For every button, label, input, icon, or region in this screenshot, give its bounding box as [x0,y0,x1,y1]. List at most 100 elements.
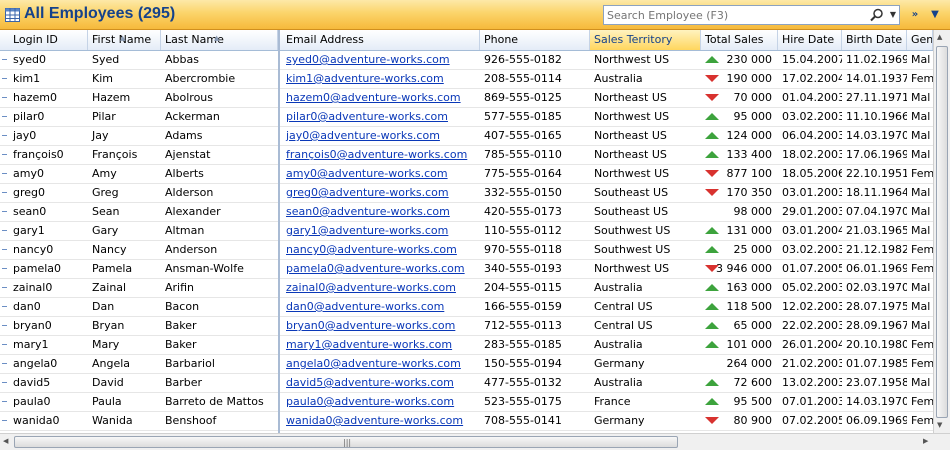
cell-email[interactable]: nancy0@adventure-works.com [282,241,480,259]
table-row[interactable]: pamela0 Pamela Ansman-Wolfe pamela0@adventu… [0,260,933,279]
table-row[interactable]: jay0 Jay Adams jay0@adventure-works.com 407-… [0,127,933,146]
table-row[interactable]: mary1 Mary Baker mary1@adventure-works.com 2… [0,336,933,355]
cell-phone: 407-555-0165 [484,129,562,142]
cell-email[interactable]: paula0@adventure-works.com [282,393,480,411]
cell-email[interactable]: sean0@adventure-works.com [282,203,480,221]
cell-email[interactable]: wanida0@adventure-works.com [282,412,480,430]
chevron-down-icon[interactable]: ▼ [888,9,898,21]
cell-email[interactable]: angela0@adventure-works.com [282,355,480,373]
cell-total-sales: 124 000 [701,127,778,145]
table-row[interactable]: paula0 Paula Barreto de Mattos paula0@adven… [0,393,933,412]
cell-phone: 577-555-0185 [484,110,562,123]
table-row[interactable]: dan0 Dan Bacon dan0@adventure-works.com 166-… [0,298,933,317]
cell-email[interactable]: pamela0@adventure-works.com [282,260,480,278]
table-row[interactable]: kim1 Kim Abercrombie kim1@adventure-works.c… [0,70,933,89]
panel-menu-icon[interactable]: ▼ [928,7,942,23]
cell-login-id: gary1 [13,224,45,237]
cell-email[interactable]: pilar0@adventure-works.com [282,108,480,126]
collapse-icon[interactable]: » [908,7,922,23]
column-header-email[interactable]: Email Address [282,30,480,50]
column-header-birth-date[interactable]: Birth Date [842,30,907,50]
table-row[interactable]: wanida0 Wanida Benshoof wanida0@adventure-w… [0,412,933,431]
table-row[interactable]: zainal0 Zainal Arifin zainal0@adventure-wor… [0,279,933,298]
search-icon[interactable] [870,8,884,22]
sales-value: 98 000 [733,205,773,218]
scroll-right-icon[interactable]: ▶ [923,437,928,445]
column-header-label: Gen [911,33,933,46]
cell-email[interactable]: greg0@adventure-works.com [282,184,480,202]
cell-first-name: Angela [92,357,131,370]
horizontal-scrollbar[interactable]: ◀ ||| ▶ [0,433,950,450]
cell-login-id: mary1 [13,338,49,351]
cell-first-name: Pilar [92,110,116,123]
column-header-sales-territory[interactable]: Sales Territory [590,30,701,50]
table-row[interactable]: gary1 Gary Altman gary1@adventure-works.com… [0,222,933,241]
cell-email[interactable]: syed0@adventure-works.com [282,51,480,69]
cell-sales-territory: France [594,395,631,408]
sales-value: 80 900 [733,414,773,427]
scroll-down-icon[interactable]: ▼ [937,421,942,429]
cell-phone: 283-555-0185 [484,338,562,351]
employee-table: syed0 Syed Abbas syed0@adventure-works.com 9… [0,51,933,433]
cell-birth-date: 06.01.1969 [846,262,907,275]
table-row[interactable]: nancy0 Nancy Anderson nancy0@adventure-work… [0,241,933,260]
table-row[interactable]: pilar0 Pilar Ackerman pilar0@adventure-work… [0,108,933,127]
cell-email[interactable]: bryan0@adventure-works.com [282,317,480,335]
table-row[interactable]: bryan0 Bryan Baker bryan0@adventure-works.c… [0,317,933,336]
column-header-first-name[interactable]: ▲ First Name [88,30,161,50]
cell-last-name: Ackerman [165,110,220,123]
cell-gender: Fem [911,72,933,85]
horizontal-scroll-thumb[interactable]: ||| [14,436,678,448]
cell-email[interactable]: françois0@adventure-works.com [282,146,480,164]
cell-email[interactable]: zainal0@adventure-works.com [282,279,480,297]
cell-email[interactable]: mary1@adventure-works.com [282,336,480,354]
cell-total-sales: 163 000 [701,279,778,297]
cell-email[interactable]: kim1@adventure-works.com [282,70,480,88]
table-row[interactable]: sean0 Sean Alexander sean0@adventure-works.… [0,203,933,222]
table-row[interactable]: françois0 François Ajenstat françois0@adven… [0,146,933,165]
cell-total-sales: 98 000 [701,203,778,221]
cell-birth-date: 02.03.1970 [846,281,907,294]
search-input[interactable] [604,6,865,24]
table-row[interactable]: david5 David Barber david5@adventure-works.… [0,374,933,393]
frozen-column-splitter[interactable] [278,30,280,433]
cell-phone: 785-555-0110 [484,148,562,161]
row-indicator [2,344,7,345]
column-header-phone[interactable]: Phone [480,30,590,50]
scroll-up-icon[interactable]: ▲ [937,33,942,41]
cell-total-sales: 131 000 [701,222,778,240]
cell-phone: 712-555-0113 [484,319,562,332]
table-row[interactable]: greg0 Greg Alderson greg0@adventure-works.c… [0,184,933,203]
sales-value: 230 000 [726,53,773,66]
cell-gender: Fem [911,414,933,427]
table-row[interactable]: angela0 Angela Barbariol angela0@adventure-… [0,355,933,374]
table-row[interactable]: hazem0 Hazem Abolrous hazem0@adventure-work… [0,89,933,108]
table-row[interactable]: amy0 Amy Alberts amy0@adventure-works.com 77… [0,165,933,184]
column-header-gender[interactable]: Gen [907,30,933,50]
column-header-login-id[interactable]: Login ID [9,30,88,50]
column-header-hire-date[interactable]: Hire Date [778,30,842,50]
cell-phone: 332-555-0150 [484,186,562,199]
cell-birth-date: 23.07.1958 [846,376,907,389]
column-header-last-name[interactable]: ▲ Last Name [161,30,278,50]
search-box[interactable]: ▼ [603,5,900,25]
cell-email[interactable]: gary1@adventure-works.com [282,222,480,240]
cell-first-name: David [92,376,124,389]
table-row[interactable]: syed0 Syed Abbas syed0@adventure-works.com 9… [0,51,933,70]
cell-sales-territory: Southeast US [594,205,669,218]
column-header-total-sales[interactable]: Total Sales [701,30,778,50]
cell-first-name: Hazem [92,91,131,104]
cell-email[interactable]: jay0@adventure-works.com [282,127,480,145]
cell-total-sales: 190 000 [701,70,778,88]
cell-email[interactable]: dan0@adventure-works.com [282,298,480,316]
cell-email[interactable]: amy0@adventure-works.com [282,165,480,183]
row-indicator [2,287,7,288]
cell-total-sales: 80 900 [701,412,778,430]
cell-email[interactable]: david5@adventure-works.com [282,374,480,392]
vertical-scroll-thumb[interactable] [936,46,948,418]
scroll-left-icon[interactable]: ◀ [3,437,8,445]
vertical-scrollbar[interactable]: ▲ ▼ [933,30,950,433]
cell-email[interactable]: hazem0@adventure-works.com [282,89,480,107]
cell-total-sales: 95 500 [701,393,778,411]
cell-first-name: Amy [92,167,117,180]
